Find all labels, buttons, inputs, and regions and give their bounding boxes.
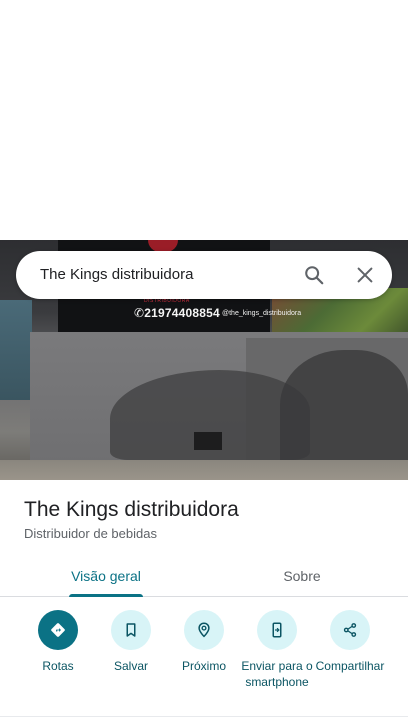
place-title: The Kings distribuidora [24,498,239,521]
search-query-text[interactable]: The Kings distribuidora [40,266,193,283]
photo-tree-shadow [280,350,408,460]
search-bar[interactable]: The Kings distribuidora [16,251,392,299]
save-label: Salvar [113,659,148,673]
share-icon [330,610,370,650]
place-category: Distribuidor de bebidas [24,526,157,541]
nearby-label: Próximo [181,659,226,673]
share-button[interactable]: Compartilhar [312,610,388,674]
nearby-icon [184,610,224,650]
tab-about[interactable]: Sobre [262,556,342,596]
action-bar: Rotas Salvar Próximo Enviar para o smart… [0,610,408,718]
photo-vent [194,432,222,450]
place-tabs: Visão geral Sobre [0,556,408,597]
directions-button[interactable]: Rotas [20,610,96,674]
directions-label: Rotas [42,659,74,673]
send-to-phone-icon [257,610,297,650]
tab-about-label: Sobre [283,568,321,584]
bottom-divider [0,716,408,717]
sign-phone-number: ✆21974408854 [134,306,220,320]
send-to-phone-button[interactable]: Enviar para o smartphone [239,610,315,690]
save-button[interactable]: Salvar [93,610,169,674]
photo-building [0,300,32,400]
photo-ground [0,460,408,480]
sign-instagram: @the_kings_distribuidora [222,310,302,317]
tab-overview-label: Visão geral [71,568,141,584]
tab-overview[interactable]: Visão geral [66,556,146,597]
search-icon[interactable] [302,263,326,287]
directions-icon [38,610,78,650]
share-label: Compartilhar [315,659,385,673]
send-to-phone-label: Enviar para o smartphone [241,659,313,689]
tab-active-indicator [69,594,143,597]
close-icon[interactable] [353,263,377,287]
bookmark-icon [111,610,151,650]
nearby-button[interactable]: Próximo [166,610,242,674]
